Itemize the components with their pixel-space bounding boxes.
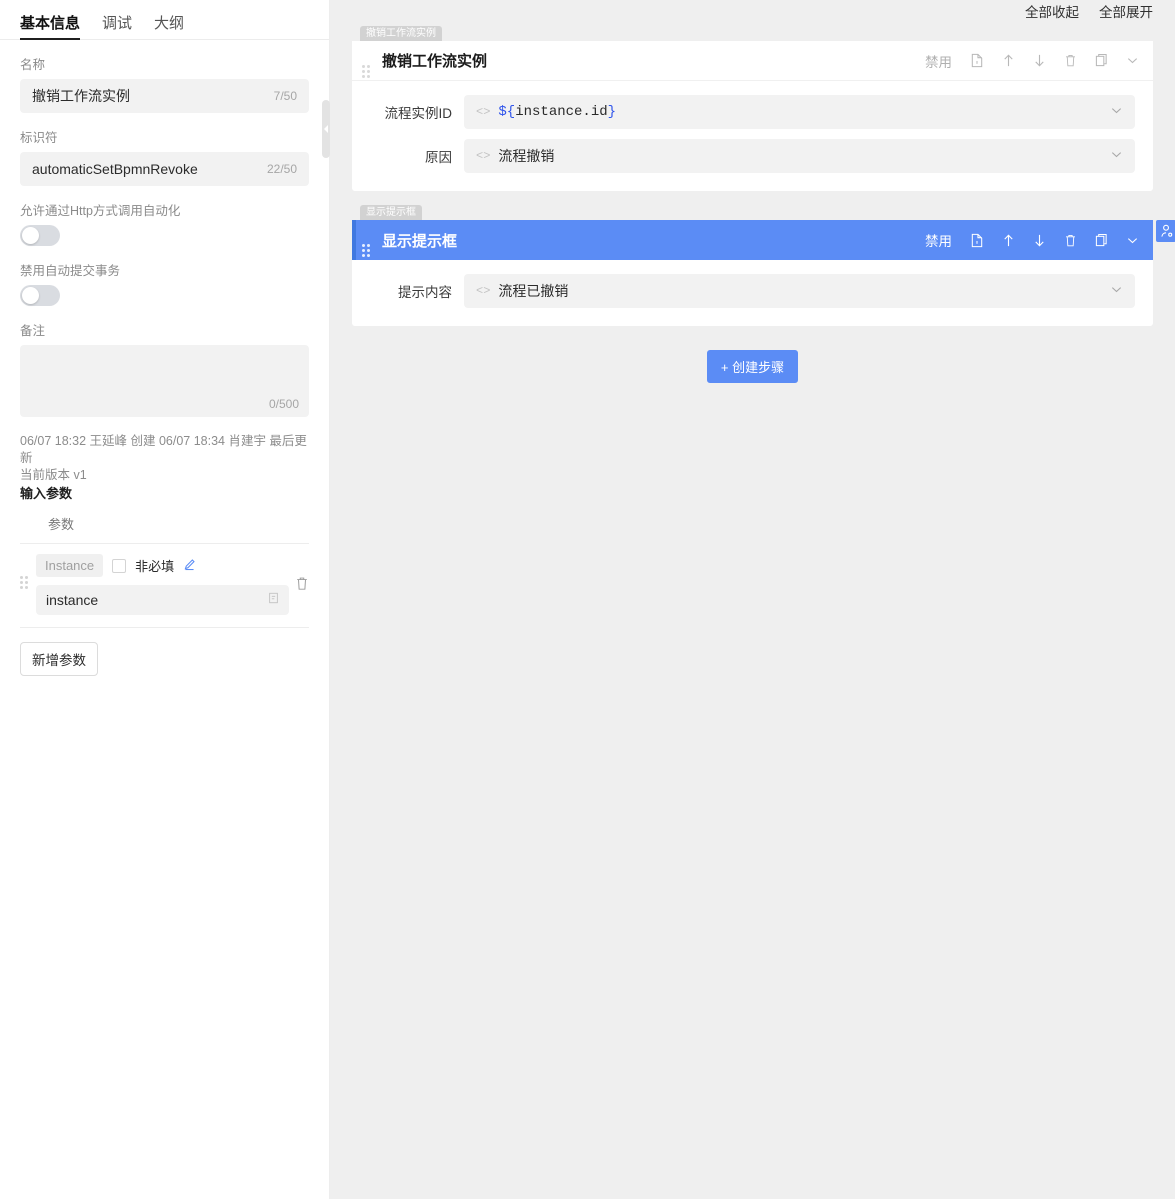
name-value: 撤销工作流实例: [32, 88, 130, 104]
sidebar-tabs: 基本信息 调试 大纲: [0, 0, 329, 40]
chevron-down-icon[interactable]: [1110, 104, 1123, 120]
form-row-reason: 原因 <> 流程撤销: [370, 139, 1135, 173]
chevron-down-icon[interactable]: [1126, 234, 1139, 247]
name-label: 名称: [20, 58, 46, 72]
collapse-all-button[interactable]: 全部收起: [1025, 1, 1079, 21]
identifier-input[interactable]: automaticSetBpmnRevoke 22/50: [20, 152, 309, 186]
param-row: Instance 非必填 instance: [20, 544, 309, 628]
metadata-version: 当前版本 v1: [20, 468, 87, 482]
step-card-wrapper: 撤销工作流实例 撤销工作流实例 禁用 流程实例ID <> ${instance.…: [352, 22, 1153, 191]
step-tag: 显示提示框: [360, 205, 422, 221]
tab-outline[interactable]: 大纲: [154, 16, 184, 39]
code-icon: <>: [476, 284, 491, 298]
field-control[interactable]: <> ${instance.id}: [464, 95, 1135, 129]
step-card-header[interactable]: 撤销工作流实例 禁用: [352, 41, 1153, 81]
step-card-body: 提示内容 <> 流程已撤销: [352, 260, 1153, 326]
param-top: Instance 非必填: [36, 554, 289, 577]
disable-step-button[interactable]: 禁用: [925, 51, 952, 71]
param-name-value: instance: [46, 592, 99, 608]
add-param-button[interactable]: 新增参数: [20, 642, 98, 676]
expand-all-button[interactable]: 全部展开: [1099, 1, 1153, 21]
step-card-actions: 禁用: [925, 51, 1139, 71]
doc-icon[interactable]: [970, 53, 984, 68]
step-card-header[interactable]: 显示提示框 禁用: [352, 220, 1153, 260]
field-value: ${instance.id}: [498, 104, 617, 120]
drag-handle-icon[interactable]: [362, 244, 372, 258]
step-title: 显示提示框: [382, 232, 458, 250]
chevron-down-icon[interactable]: [1110, 283, 1123, 299]
disable-step-button[interactable]: 禁用: [925, 230, 952, 250]
sidebar-collapse-handle[interactable]: [322, 100, 330, 158]
sidebar-body: 名称 撤销工作流实例 7/50 标识符 automaticSetBpmnRevo…: [0, 54, 329, 676]
field-control[interactable]: <> 流程撤销: [464, 139, 1135, 173]
drag-handle-icon[interactable]: [362, 64, 372, 79]
http-toggle-label: 允许通过Http方式调用自动化: [20, 204, 181, 218]
drag-handle-icon[interactable]: [20, 576, 30, 590]
identifier-counter: 22/50: [266, 162, 297, 176]
step-card-wrapper: 显示提示框 显示提示框 禁用 提示内容 <> 流程已撤销: [352, 201, 1175, 326]
name-input[interactable]: 撤销工作流实例 7/50: [20, 79, 309, 113]
field-value: 流程已撤销: [498, 283, 569, 299]
copy-icon[interactable]: [1095, 233, 1108, 248]
edit-icon[interactable]: [183, 558, 196, 573]
param-optional-checkbox[interactable]: [112, 558, 127, 573]
field-value: 流程撤销: [498, 148, 555, 164]
name-counter: 7/50: [273, 89, 297, 103]
code-icon: <>: [476, 149, 491, 163]
trash-icon[interactable]: [1064, 53, 1077, 68]
delete-param-icon[interactable]: [295, 576, 309, 594]
add-step-button[interactable]: + 创建步骤: [706, 350, 799, 383]
form-row-process-instance-id: 流程实例ID <> ${instance.id}: [370, 95, 1135, 129]
field-control[interactable]: <> 流程已撤销: [464, 274, 1135, 308]
tab-basic-info[interactable]: 基本信息: [20, 16, 81, 40]
identifier-label: 标识符: [20, 131, 58, 145]
form-row-toast-content: 提示内容 <> 流程已撤销: [370, 274, 1135, 308]
arrow-down-icon[interactable]: [1033, 233, 1046, 248]
step-tag: 撤销工作流实例: [360, 26, 442, 42]
arrow-up-icon[interactable]: [1002, 233, 1015, 248]
arrow-up-icon[interactable]: [1002, 53, 1015, 68]
robot-icon[interactable]: [1156, 220, 1175, 242]
remark-textarea[interactable]: 0/500: [20, 345, 309, 417]
trash-icon[interactable]: [1064, 233, 1077, 248]
metadata-created-updated: 06/07 18:32 王延峰 创建 06/07 18:34 肖建宇 最后更新: [20, 434, 307, 465]
doc-icon[interactable]: [970, 233, 984, 248]
copy-small-icon[interactable]: [268, 592, 279, 608]
copy-icon[interactable]: [1095, 53, 1108, 68]
input-params-title: 输入参数: [20, 486, 73, 501]
field-label: 流程实例ID: [384, 106, 453, 121]
field-label: 提示内容: [398, 285, 452, 300]
step-title: 撤销工作流实例: [382, 53, 488, 70]
chevron-down-icon[interactable]: [1110, 148, 1123, 164]
remark-counter: 0/500: [268, 397, 299, 411]
param-main: Instance 非必填 instance: [36, 554, 289, 615]
step-card-cancel-workflow-instance: 撤销工作流实例 禁用 流程实例ID <> ${instance.id} 原因 <…: [352, 41, 1153, 191]
param-column-header: 参数: [20, 502, 309, 544]
tab-debug[interactable]: 调试: [102, 16, 132, 39]
chevron-down-icon[interactable]: [1126, 54, 1139, 67]
sidebar: 基本信息 调试 大纲 名称 撤销工作流实例 7/50 标识符 automatic…: [0, 0, 330, 1199]
param-name-input[interactable]: instance: [36, 585, 289, 615]
metadata-block: 06/07 18:32 王延峰 创建 06/07 18:34 肖建宇 最后更新 …: [20, 433, 309, 502]
chevron-left-icon: [324, 125, 328, 133]
param-type-pill[interactable]: Instance: [36, 554, 104, 577]
automation-editor: 基本信息 调试 大纲 名称 撤销工作流实例 7/50 标识符 automatic…: [0, 0, 1175, 1199]
identifier-value: automaticSetBpmnRevoke: [32, 161, 198, 177]
arrow-down-icon[interactable]: [1033, 53, 1046, 68]
remark-label: 备注: [20, 324, 46, 338]
field-label: 原因: [425, 150, 452, 165]
auto-commit-toggle-label: 禁用自动提交事务: [20, 264, 121, 278]
step-card-show-toast: 显示提示框 禁用 提示内容 <> 流程已撤销: [352, 220, 1175, 326]
add-step-wrapper: + 创建步骤: [352, 350, 1153, 383]
step-card-actions: 禁用: [925, 230, 1139, 250]
http-toggle-switch[interactable]: [20, 225, 60, 246]
step-card-body: 流程实例ID <> ${instance.id} 原因 <> 流程撤销: [352, 81, 1153, 191]
param-optional-label: 非必填: [135, 559, 175, 574]
canvas-toolbar: 全部收起 全部展开: [352, 0, 1153, 22]
code-icon: <>: [476, 105, 491, 119]
auto-commit-toggle-switch[interactable]: [20, 285, 60, 306]
canvas: 全部收起 全部展开 撤销工作流实例 撤销工作流实例 禁用 流程实例ID <> $…: [330, 0, 1175, 1199]
